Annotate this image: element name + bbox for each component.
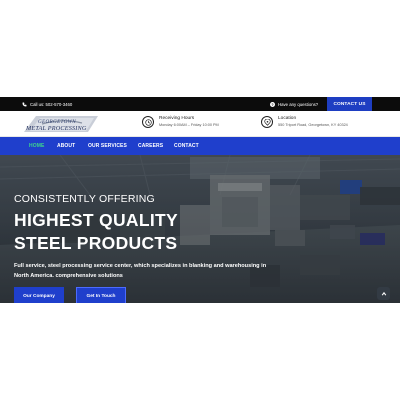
hours-label: Receiving Hours xyxy=(159,116,195,121)
hero-description: Full service, steel processing service c… xyxy=(14,263,267,279)
call-info[interactable]: Call us: 502-570-3460 xyxy=(22,97,72,111)
top-bar: Call us: 502-570-3460 ? Have any questio… xyxy=(0,97,400,111)
call-text: Call us: 502-570-3460 xyxy=(30,101,73,107)
chevron-up-icon xyxy=(381,291,386,296)
question-icon: ? xyxy=(270,101,275,107)
location-info: Location 550 Triport Road, Georgetown, K… xyxy=(261,115,348,128)
website-frame: Call us: 502-570-3460 ? Have any questio… xyxy=(0,97,400,303)
questions-info: ? Have any questions? xyxy=(270,97,318,111)
contact-us-button[interactable]: CONTACT US xyxy=(327,97,372,111)
nav-contact[interactable]: CONTACT xyxy=(174,137,199,155)
location-pin-icon xyxy=(261,116,273,128)
location-label: Location xyxy=(278,116,297,121)
hours-value: Monday 6:00AM – Friday 10:00 PM xyxy=(159,123,219,127)
site-header: GEORGETOWN METAL PROCESSING Receiving Ho… xyxy=(0,111,400,137)
nav-about[interactable]: ABOUT xyxy=(57,137,75,155)
company-logo[interactable]: GEORGETOWN METAL PROCESSING xyxy=(22,114,100,134)
nav-careers[interactable]: CAREERS xyxy=(138,137,163,155)
nav-home[interactable]: HOME xyxy=(29,137,44,155)
location-value: 550 Triport Road, Georgetown, KY 40324 xyxy=(278,123,348,127)
svg-text:METAL PROCESSING: METAL PROCESSING xyxy=(25,125,87,132)
receiving-hours: Receiving Hours Monday 6:00AM – Friday 1… xyxy=(142,115,219,128)
hero-kicker: CONSISTENTLY OFFERING xyxy=(14,193,155,205)
main-nav: HOME ABOUT OUR SERVICES CAREERS CONTACT xyxy=(0,137,400,155)
hero-headline-line1: HIGHEST QUALITY xyxy=(14,210,178,230)
question-text: Have any questions? xyxy=(278,101,319,107)
scroll-to-top-button[interactable] xyxy=(377,287,390,300)
get-in-touch-button[interactable]: Get In Touch xyxy=(76,287,126,303)
hero-headline-line2: STEEL PRODUCTS xyxy=(14,233,178,253)
phone-icon xyxy=(22,102,27,106)
clock-icon xyxy=(142,116,154,128)
nav-our-services[interactable]: OUR SERVICES xyxy=(88,137,127,155)
our-company-button[interactable]: Our Company xyxy=(14,287,64,303)
hero-section: CONSISTENTLY OFFERING HIGHEST QUALITY ST… xyxy=(0,155,400,303)
